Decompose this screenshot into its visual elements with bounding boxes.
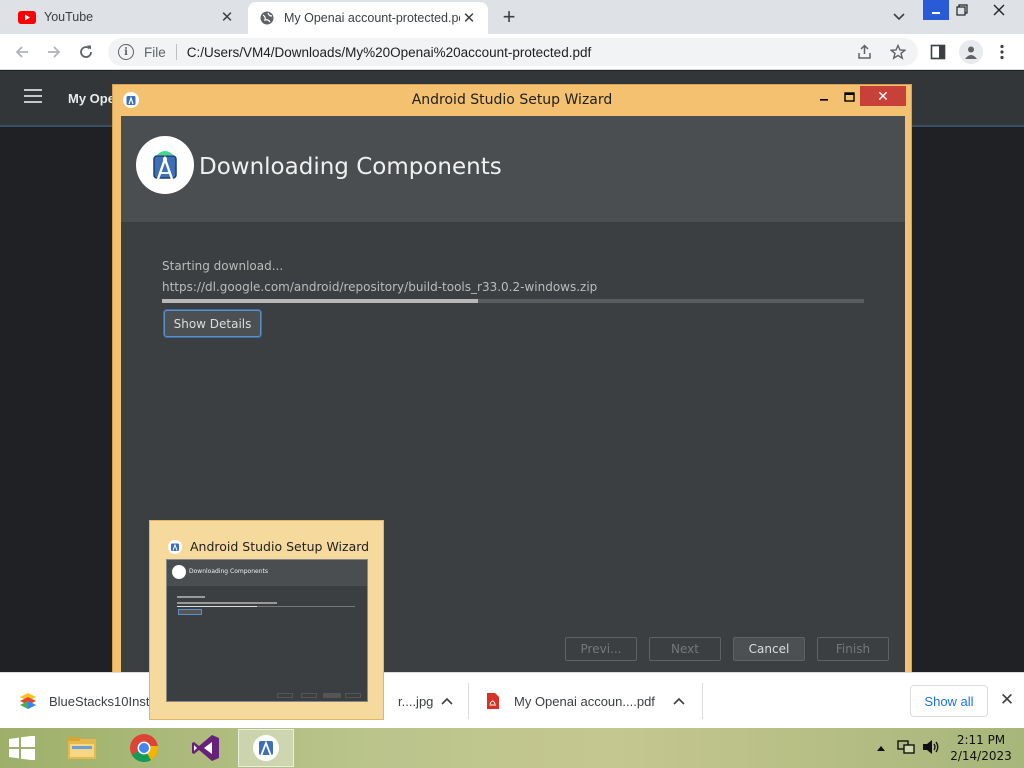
network-icon[interactable] xyxy=(897,739,915,758)
volume-icon[interactable] xyxy=(922,739,940,758)
wizard-close-button[interactable]: ✕ xyxy=(860,86,906,106)
progress-fill xyxy=(162,299,478,303)
thumb-heading: Downloading Components xyxy=(189,568,268,575)
chrome-icon[interactable] xyxy=(116,729,172,767)
wizard-minimize-button[interactable] xyxy=(813,87,835,107)
wizard-titlebar[interactable]: Android Studio Setup Wizard ✕ xyxy=(113,85,911,115)
show-all-button[interactable]: Show all xyxy=(910,685,988,717)
download-filename: My Openai accoun....pdf xyxy=(514,693,655,709)
wizard-header: Downloading Components xyxy=(121,116,905,222)
show-details-button[interactable]: Show Details xyxy=(164,310,261,337)
profile-avatar-icon[interactable] xyxy=(959,40,983,64)
side-panel-icon[interactable] xyxy=(928,42,948,62)
download-filename: BlueStacks10Insta xyxy=(49,693,157,709)
share-icon[interactable] xyxy=(855,42,875,62)
download-divider xyxy=(468,683,469,719)
windows-start-icon[interactable] xyxy=(8,735,36,761)
tab-close-icon[interactable]: ✕ xyxy=(218,8,236,26)
download-item-jpg[interactable]: r....jpg xyxy=(398,673,433,729)
browser-tab-strip: YouTube ✕ My Openai account-protected.pc… xyxy=(0,0,1024,34)
download-progress-bar xyxy=(162,299,864,303)
thumb-details-button xyxy=(178,609,202,615)
bookmark-star-icon[interactable] xyxy=(888,42,908,62)
thumb-button xyxy=(345,693,361,698)
show-hidden-icons-icon[interactable] xyxy=(876,741,886,755)
cancel-button[interactable]: Cancel xyxy=(733,637,805,661)
wizard-maximize-button[interactable] xyxy=(838,87,860,107)
pdf-document-title: My Ope xyxy=(68,91,115,106)
window-close-button[interactable] xyxy=(976,0,1022,20)
preview-thumbnail: Downloading Components xyxy=(166,559,368,702)
pdf-file-icon xyxy=(486,692,500,710)
android-studio-logo-icon xyxy=(136,136,194,194)
thumb-progress xyxy=(177,606,355,607)
back-arrow-icon[interactable] xyxy=(10,40,34,64)
hamburger-menu-icon[interactable] xyxy=(24,89,42,103)
thumb-button xyxy=(277,693,293,698)
wizard-window-title: Android Studio Setup Wizard xyxy=(411,92,613,108)
chevron-up-icon[interactable] xyxy=(669,691,689,711)
tab-search-chevron-icon[interactable] xyxy=(888,6,910,28)
window-restore-button[interactable] xyxy=(950,0,974,20)
android-studio-icon xyxy=(168,540,182,554)
system-clock[interactable]: 2:11 PM 2/14/2023 xyxy=(946,732,1016,764)
omnibox-divider xyxy=(175,44,177,60)
thumb-logo-icon xyxy=(172,565,186,579)
url-text[interactable]: C:/Users/VM4/Downloads/My%20Openai%20acc… xyxy=(187,45,591,60)
tab-title: YouTube xyxy=(44,10,94,24)
thumb-button xyxy=(301,693,317,698)
thumb-url-line xyxy=(177,602,277,604)
download-url-text: https://dl.google.com/android/repository… xyxy=(162,280,598,294)
window-minimize-button[interactable] xyxy=(923,0,949,20)
android-studio-taskbar-icon[interactable] xyxy=(238,729,294,767)
download-divider xyxy=(702,683,703,719)
visual-studio-icon[interactable] xyxy=(178,729,234,767)
clock-date: 2/14/2023 xyxy=(950,749,1012,763)
info-icon[interactable]: i xyxy=(118,44,134,60)
wizard-heading: Downloading Components xyxy=(199,154,502,180)
more-menu-icon[interactable] xyxy=(992,42,1012,62)
download-filename: r....jpg xyxy=(398,693,434,709)
globe-icon xyxy=(258,11,276,25)
browser-toolbar: i File C:/Users/VM4/Downloads/My%20Opena… xyxy=(0,34,1024,70)
tab-pdf[interactable]: My Openai account-protected.pc ✕ xyxy=(248,2,488,34)
download-status-text: Starting download... xyxy=(162,259,284,273)
tab-youtube[interactable]: YouTube ✕ xyxy=(8,0,246,34)
download-item-bluestacks[interactable]: BlueStacks10Insta xyxy=(18,673,157,729)
download-item-pdf[interactable]: My Openai accoun....pdf xyxy=(486,673,655,729)
youtube-icon xyxy=(18,10,36,24)
chevron-up-icon[interactable] xyxy=(437,691,457,711)
new-tab-button[interactable]: + xyxy=(496,4,522,30)
tab-close-icon[interactable]: ✕ xyxy=(460,9,478,27)
next-button[interactable]: Next xyxy=(649,637,721,661)
address-bar[interactable]: i File C:/Users/VM4/Downloads/My%20Opena… xyxy=(108,38,918,66)
shelf-close-icon[interactable]: ✕ xyxy=(996,689,1018,711)
url-scheme: File xyxy=(144,44,166,60)
thumb-button xyxy=(323,693,341,698)
preview-title: Android Studio Setup Wizard xyxy=(190,539,370,554)
tab-title: My Openai account-protected.pc xyxy=(284,11,460,25)
reload-icon[interactable] xyxy=(74,40,98,64)
forward-arrow-icon[interactable] xyxy=(42,40,66,64)
thumb-status-line xyxy=(177,596,205,598)
taskbar-thumbnail-preview[interactable]: Android Studio Setup Wizard Downloading … xyxy=(149,520,384,720)
windows-taskbar: 2:11 PM 2/14/2023 xyxy=(0,728,1024,768)
finish-button[interactable]: Finish xyxy=(817,637,889,661)
bluestacks-icon xyxy=(18,691,38,711)
file-explorer-icon[interactable] xyxy=(54,729,110,767)
previous-button[interactable]: Previ... xyxy=(565,637,637,661)
clock-time: 2:11 PM xyxy=(956,733,1006,747)
